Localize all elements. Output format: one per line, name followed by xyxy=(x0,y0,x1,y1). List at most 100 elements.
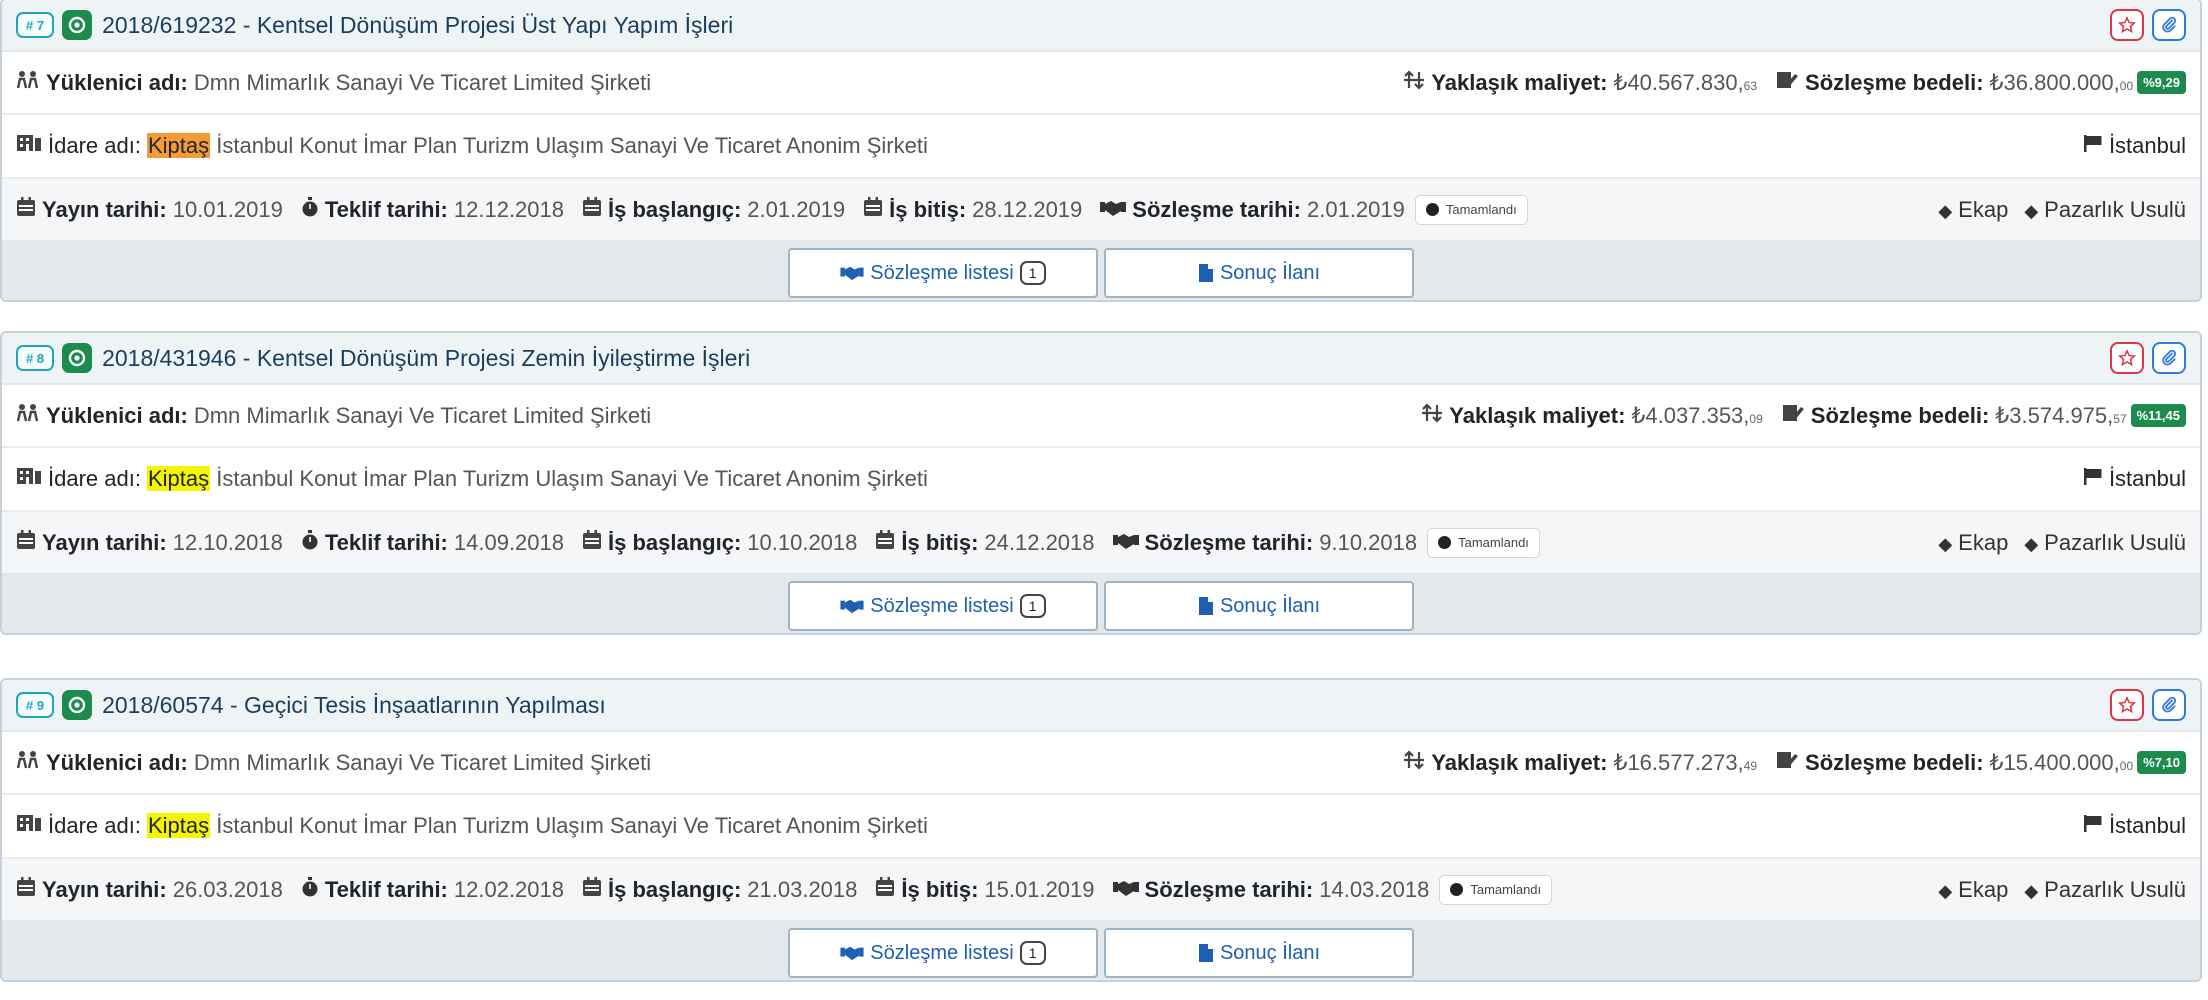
handshake-icon xyxy=(840,599,864,614)
city-name: İstanbul xyxy=(2108,133,2186,158)
end-date-label: İş bitiş: xyxy=(889,196,967,222)
building-icon xyxy=(16,133,42,159)
sort-arrows-icon xyxy=(1403,69,1425,96)
calendar-icon xyxy=(582,196,602,223)
approx-cost-value: ₺16.577.273,49 xyxy=(1613,749,1758,775)
contract-price-value: ₺36.800.000,00 xyxy=(1989,69,2134,95)
index-badge: # 9 xyxy=(16,692,55,718)
flag-icon xyxy=(2083,133,2103,159)
pub-date-label: Yayın tarihi: xyxy=(42,529,167,555)
tag-ekap[interactable]: ◆ Ekap xyxy=(1938,530,2008,556)
calendar-icon xyxy=(582,529,602,556)
tag-icon: ◆ xyxy=(1938,533,1953,554)
start-date-value: 21.03.2018 xyxy=(747,876,858,902)
admin-label: İdare adı: xyxy=(48,466,141,491)
clock-icon xyxy=(1438,536,1452,549)
tender-card: # 8 2018/431946 - Kentsel Dönüşüm Projes… xyxy=(0,331,2202,635)
pub-date-value: 12.10.2018 xyxy=(172,529,283,555)
tender-title-link[interactable]: 2018/60574 - Geçici Tesis İnşaatlarının … xyxy=(102,692,606,719)
contract-date-label: Sözleşme tarihi: xyxy=(1144,876,1314,902)
contract-date-value: 2.01.2019 xyxy=(1307,196,1405,222)
contractor-name: Dmn Mimarlık Sanayi Ve Ticaret Limited Ş… xyxy=(193,749,652,775)
contractor-name: Dmn Mimarlık Sanayi Ve Ticaret Limited Ş… xyxy=(193,402,652,428)
contract-list-button[interactable]: Sözleşme listesi 1 xyxy=(788,928,1098,978)
tag-icon: ◆ xyxy=(2024,533,2039,554)
start-date-value: 2.01.2019 xyxy=(747,196,846,222)
pub-date-label: Yayın tarihi: xyxy=(42,876,167,902)
signature-icon xyxy=(1781,403,1805,429)
calendar-icon xyxy=(582,876,602,903)
admin-highlight: Kiptaş xyxy=(146,466,211,491)
end-date-value: 24.12.2018 xyxy=(984,529,1095,555)
approx-cost-label: Yaklaşık maliyet: xyxy=(1431,69,1608,95)
contract-date-label: Sözleşme tarihi: xyxy=(1132,196,1301,222)
building-icon xyxy=(16,813,42,839)
contract-count-badge: 1 xyxy=(1019,941,1046,965)
dates-row: Yayın tarihi: 12.10.2018 Teklif tarihi: … xyxy=(2,512,2200,575)
attachment-button[interactable] xyxy=(2152,342,2186,374)
contract-price-value: ₺3.574.975,57 xyxy=(1995,402,2127,428)
contract-list-button[interactable]: Sözleşme listesi 1 xyxy=(788,581,1098,631)
index-badge: # 8 xyxy=(16,345,55,371)
tag-procedure[interactable]: ◆ Pazarlık Usulü xyxy=(2024,197,2186,223)
clock-icon xyxy=(1425,203,1439,216)
tag-ekap[interactable]: ◆ Ekap xyxy=(1938,197,2008,223)
discount-badge: %9,29 xyxy=(2137,71,2186,94)
tender-title-link[interactable]: 2018/619232 - Kentsel Dönüşüm Projesi Üs… xyxy=(102,12,733,39)
favorite-button[interactable] xyxy=(2110,9,2144,41)
signature-icon xyxy=(1775,750,1799,776)
handshake-icon xyxy=(1112,877,1139,903)
people-icon xyxy=(16,403,40,429)
status-badge: Tamamlandı xyxy=(1414,194,1528,225)
contractor-row: Yüklenici adı: Dmn Mimarlık Sanayi Ve Ti… xyxy=(2,52,2200,115)
card-actions: Sözleşme listesi 1 Sonuç İlanı xyxy=(2,575,2200,633)
card-actions: Sözleşme listesi 1 Sonuç İlanı xyxy=(2,922,2200,980)
result-notice-button[interactable]: Sonuç İlanı xyxy=(1104,581,1414,631)
result-notice-button[interactable]: Sonuç İlanı xyxy=(1104,928,1414,978)
discount-badge: %11,45 xyxy=(2130,404,2186,427)
paperclip-icon xyxy=(2162,349,2177,366)
paperclip-icon xyxy=(2162,16,2177,33)
favorite-button[interactable] xyxy=(2110,689,2144,721)
administration-row: İdare adı: Kiptaş İstanbul Konut İmar Pl… xyxy=(2,115,2200,179)
contractor-name: Dmn Mimarlık Sanayi Ve Ticaret Limited Ş… xyxy=(193,69,652,95)
tag-icon: ◆ xyxy=(1938,880,1953,901)
result-notice-button[interactable]: Sonuç İlanı xyxy=(1104,248,1414,298)
bid-date-label: Teklif tarihi: xyxy=(324,876,448,902)
sort-arrows-icon xyxy=(1421,402,1443,429)
stopwatch-icon xyxy=(301,529,319,556)
attachment-button[interactable] xyxy=(2152,689,2186,721)
calendar-icon xyxy=(875,529,895,556)
card-header: # 7 2018/619232 - Kentsel Dönüşüm Projes… xyxy=(2,0,2200,52)
contract-list-button[interactable]: Sözleşme listesi 1 xyxy=(788,248,1098,298)
star-icon xyxy=(2118,349,2136,367)
attachment-button[interactable] xyxy=(2152,9,2186,41)
bid-date-value: 14.09.2018 xyxy=(453,529,564,555)
check-circle-icon xyxy=(62,690,93,720)
handshake-icon xyxy=(1100,197,1127,223)
pub-date-value: 26.03.2018 xyxy=(172,876,283,902)
tag-ekap[interactable]: ◆ Ekap xyxy=(1938,877,2008,903)
administration-row: İdare adı: Kiptaş İstanbul Konut İmar Pl… xyxy=(2,448,2200,512)
sort-arrows-icon xyxy=(1403,749,1425,776)
tender-title-link[interactable]: 2018/431946 - Kentsel Dönüşüm Projesi Ze… xyxy=(102,345,750,372)
end-date-value: 28.12.2019 xyxy=(972,196,1083,222)
people-icon xyxy=(16,750,40,776)
card-actions: Sözleşme listesi 1 Sonuç İlanı xyxy=(2,242,2200,300)
flag-icon xyxy=(2083,813,2103,839)
tag-procedure[interactable]: ◆ Pazarlık Usulü xyxy=(2024,530,2186,556)
favorite-button[interactable] xyxy=(2110,342,2144,374)
approx-cost-value: ₺40.567.830,63 xyxy=(1613,69,1758,95)
signature-icon xyxy=(1775,70,1799,96)
start-date-label: İş başlangıç: xyxy=(608,876,742,902)
approx-cost-label: Yaklaşık maliyet: xyxy=(1449,402,1626,428)
tag-procedure[interactable]: ◆ Pazarlık Usulü xyxy=(2024,877,2186,903)
contractor-label: Yüklenici adı: xyxy=(46,69,188,95)
handshake-icon xyxy=(840,946,864,961)
contractor-label: Yüklenici adı: xyxy=(46,749,188,775)
contract-date-label: Sözleşme tarihi: xyxy=(1144,529,1314,555)
tag-icon: ◆ xyxy=(2024,200,2039,221)
handshake-icon xyxy=(840,266,864,281)
contract-price-label: Sözleşme bedeli: xyxy=(1810,402,1990,428)
calendar-icon xyxy=(16,529,36,556)
